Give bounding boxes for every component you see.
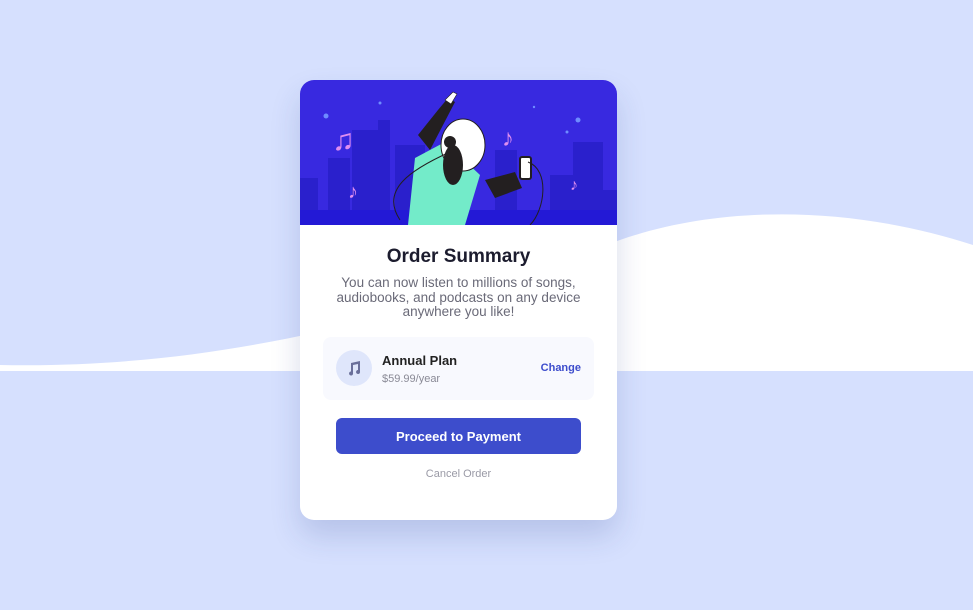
plan-name: Annual Plan bbox=[382, 353, 458, 368]
page-title: Order Summary bbox=[386, 246, 531, 267]
hero-illustration: ♫ ♪ ♪ ♪ bbox=[300, 80, 617, 225]
svg-text:♪: ♪ bbox=[348, 181, 358, 203]
svg-text:♪: ♪ bbox=[570, 177, 578, 194]
svg-text:♪: ♪ bbox=[502, 125, 514, 152]
plan-summary: Annual Plan $59.99/year Change bbox=[323, 337, 594, 400]
change-plan-link[interactable]: Change bbox=[541, 362, 581, 374]
description-text: You can now listen to millions of songs,… bbox=[336, 275, 581, 319]
cancel-order-link[interactable]: Cancel Order bbox=[300, 468, 617, 480]
music-note-icon bbox=[336, 350, 372, 386]
order-summary-card: ♫ ♪ ♪ ♪ Order Summary You can now listen… bbox=[300, 80, 617, 520]
proceed-to-payment-button[interactable]: Proceed to Payment bbox=[336, 418, 581, 454]
plan-price: $59.99/year bbox=[382, 373, 441, 385]
svg-text:♫: ♫ bbox=[332, 124, 355, 157]
